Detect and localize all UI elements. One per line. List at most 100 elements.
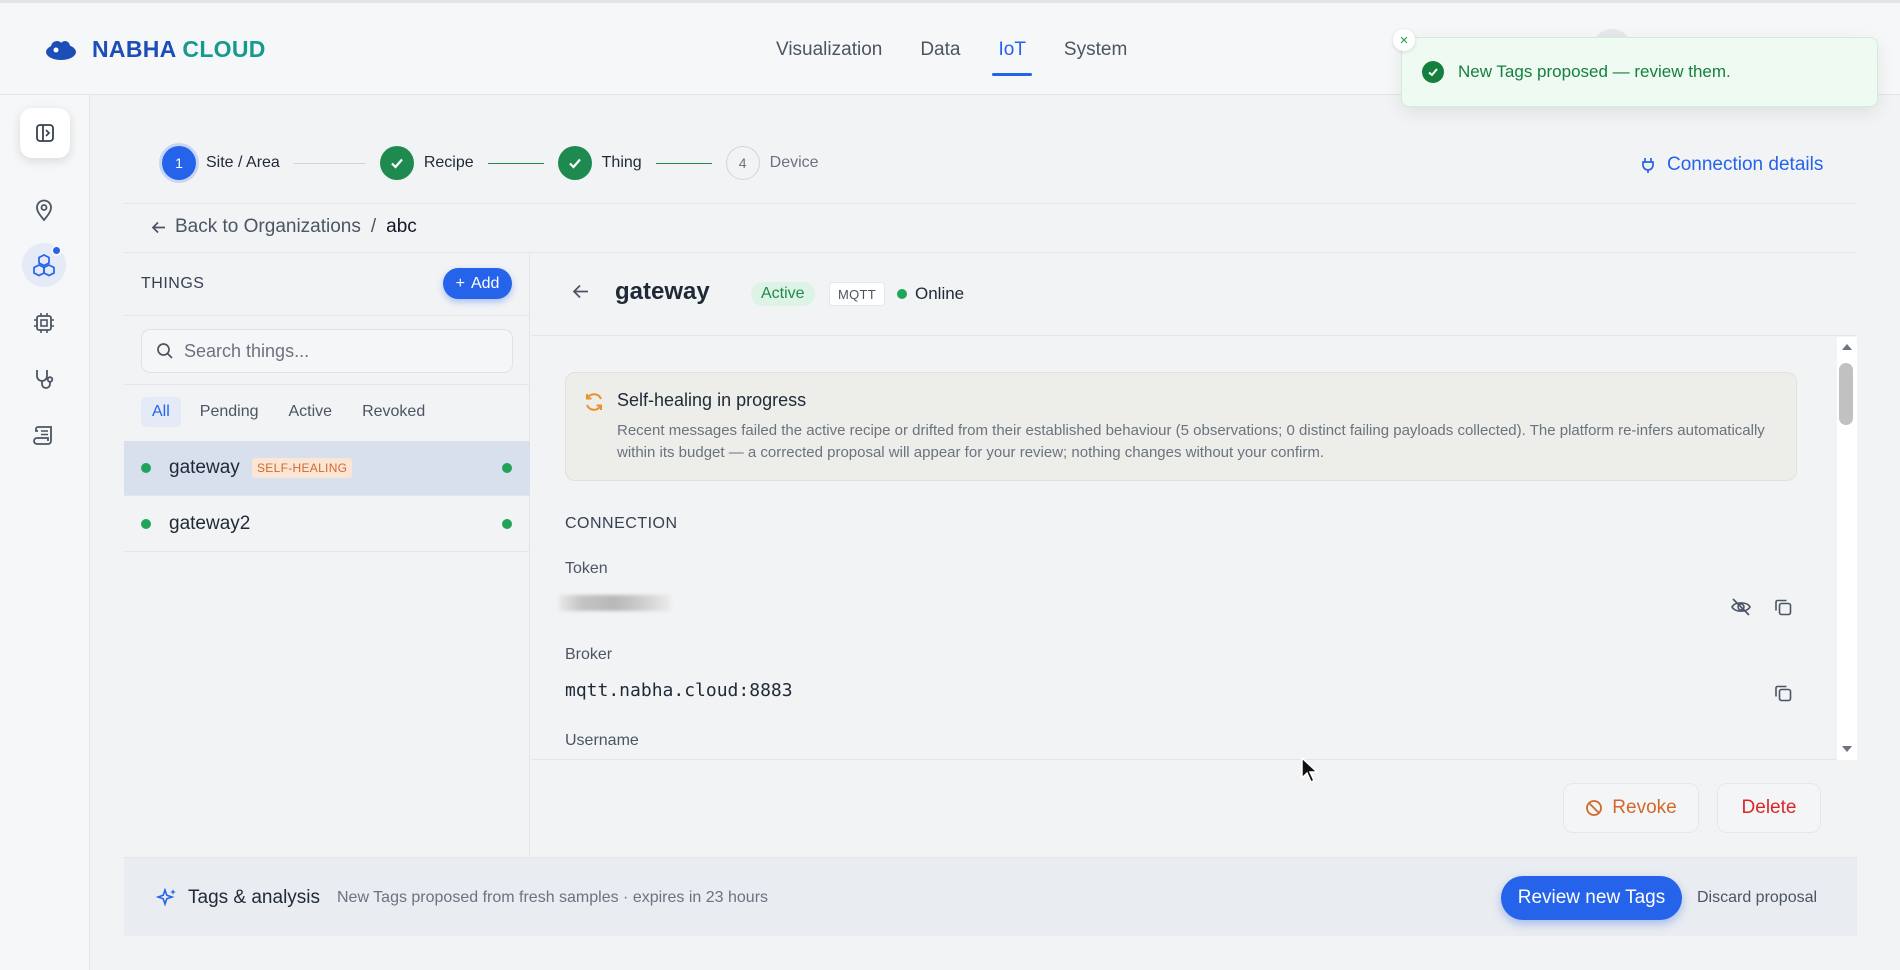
online-status: Online (897, 284, 964, 304)
check-icon (557, 146, 592, 180)
token-value-masked (559, 595, 671, 611)
detail-back-button[interactable] (571, 282, 590, 306)
divider (124, 203, 1857, 204)
step-site-area[interactable]: 1 Site / Area (162, 146, 280, 180)
search-input[interactable] (184, 340, 504, 362)
brand-name: NABHA CLOUD (92, 36, 266, 62)
search-box (141, 329, 513, 373)
thing-name: gateway (169, 457, 240, 478)
brand-logo[interactable]: NABHA CLOUD (44, 36, 266, 63)
step-label: Thing (601, 154, 642, 171)
back-to-organizations-link[interactable]: Back to Organizations (150, 216, 361, 238)
scroll-down-icon[interactable] (1841, 745, 1853, 753)
check-icon (1422, 61, 1444, 83)
step-thing[interactable]: Thing (557, 146, 642, 180)
rail-devices[interactable] (22, 301, 66, 345)
stethoscope-icon (36, 370, 54, 389)
alert-body: Recent messages failed the active recipe… (617, 422, 1765, 461)
add-thing-button[interactable]: + Add (443, 268, 512, 299)
main-nav: Visualization Data IoT System (776, 39, 1127, 79)
sidebar-toggle-button[interactable] (20, 108, 70, 158)
rail-health[interactable] (22, 357, 66, 401)
status-dot (141, 463, 151, 473)
plus-icon: + (455, 274, 465, 292)
copy-token-button[interactable] (1769, 593, 1797, 621)
filter-pending[interactable]: Pending (189, 397, 270, 427)
plug-icon (1642, 158, 1654, 173)
broker-value: mqtt.nabha.cloud:8883 (565, 680, 793, 701)
map-pin-icon (36, 199, 52, 222)
list-item[interactable]: gateway SELF-HEALING (124, 441, 530, 496)
review-new-tags-button[interactable]: Review new Tags (1501, 876, 1682, 920)
add-label: Add (470, 274, 500, 292)
connection-details-link[interactable]: Connection details (1639, 154, 1823, 176)
sidebar-toggle-icon (36, 124, 54, 142)
sparkle-icon (156, 887, 176, 907)
ban-icon (1586, 800, 1603, 816)
delete-button[interactable]: Delete (1717, 783, 1821, 833)
scroll-icon (33, 426, 52, 445)
filter-revoked[interactable]: Revoked (351, 397, 436, 427)
list-item[interactable]: gateway2 (124, 497, 530, 552)
toast-message: New Tags proposed — review them. (1458, 62, 1731, 81)
revoke-button[interactable]: Revoke (1563, 783, 1699, 833)
nav-data[interactable]: Data (920, 39, 960, 79)
thing-name: gateway2 (169, 513, 251, 534)
rail-sites[interactable] (22, 188, 66, 232)
step-connector (655, 162, 712, 164)
breadcrumb-separator: / (370, 216, 377, 237)
scroll-up-icon[interactable] (1841, 343, 1853, 351)
status-filters: All Pending Active Revoked (141, 397, 436, 427)
eye-off-icon (1731, 598, 1751, 616)
filter-active[interactable]: Active (278, 397, 344, 427)
refresh-icon (586, 393, 602, 411)
token-label: Token (565, 560, 608, 577)
alert-title: Self-healing in progress (617, 390, 807, 410)
chip-icon (34, 313, 54, 333)
arrow-left-icon (151, 221, 165, 233)
detail-header: gateway Active MQTT Online (531, 252, 1857, 336)
nav-system[interactable]: System (1064, 39, 1127, 79)
rail-things[interactable] (22, 243, 66, 287)
toast-notification: × New Tags proposed — review them. (1393, 29, 1878, 107)
search-icon (157, 343, 173, 359)
nav-iot[interactable]: IoT (992, 39, 1033, 79)
cubes-icon (33, 254, 55, 277)
mouse-cursor-icon (1301, 756, 1319, 784)
things-title: THINGS (141, 275, 205, 292)
status-badge: Active (751, 282, 815, 306)
broker-label: Broker (565, 646, 613, 663)
notification-dot (51, 245, 62, 256)
step-connector (293, 162, 366, 164)
copy-broker-button[interactable] (1769, 679, 1797, 707)
copy-icon (1775, 599, 1792, 616)
revoke-label: Revoke (1612, 797, 1677, 818)
detail-scrollbar[interactable] (1837, 337, 1857, 760)
step-recipe[interactable]: Recipe (379, 146, 474, 180)
step-device[interactable]: 4 Device (725, 146, 819, 180)
step-label: Recipe (423, 154, 474, 171)
username-label: Username (565, 732, 639, 749)
left-rail (0, 95, 90, 970)
rail-logs[interactable] (22, 413, 66, 457)
tags-subtitle: New Tags proposed from fresh samples · e… (337, 889, 769, 906)
tags-title-label: Tags & analysis (188, 887, 321, 908)
step-label: Site / Area (206, 154, 280, 171)
close-icon[interactable]: × (1393, 29, 1415, 51)
filter-all[interactable]: All (141, 397, 181, 427)
divider (124, 315, 530, 316)
breadcrumb-current: abc (386, 216, 417, 237)
nav-visualization[interactable]: Visualization (776, 39, 882, 79)
back-label: Back to Organizations (175, 216, 361, 237)
online-dot (897, 289, 907, 299)
setup-stepper: 1 Site / Area Recipe Thing 4 Device (162, 146, 819, 180)
discard-proposal-button[interactable]: Discard proposal (1697, 889, 1817, 907)
breadcrumb: Back to Organizations / abc (150, 216, 417, 238)
copy-icon (1775, 685, 1792, 702)
tags-title: Tags & analysis (156, 887, 320, 909)
connection-section-title: CONNECTION (565, 515, 678, 532)
toggle-token-visibility-button[interactable] (1727, 593, 1755, 621)
self-healing-badge: SELF-HEALING (252, 458, 353, 478)
step-number: 4 (725, 146, 760, 180)
scrollbar-thumb[interactable] (1839, 363, 1853, 425)
